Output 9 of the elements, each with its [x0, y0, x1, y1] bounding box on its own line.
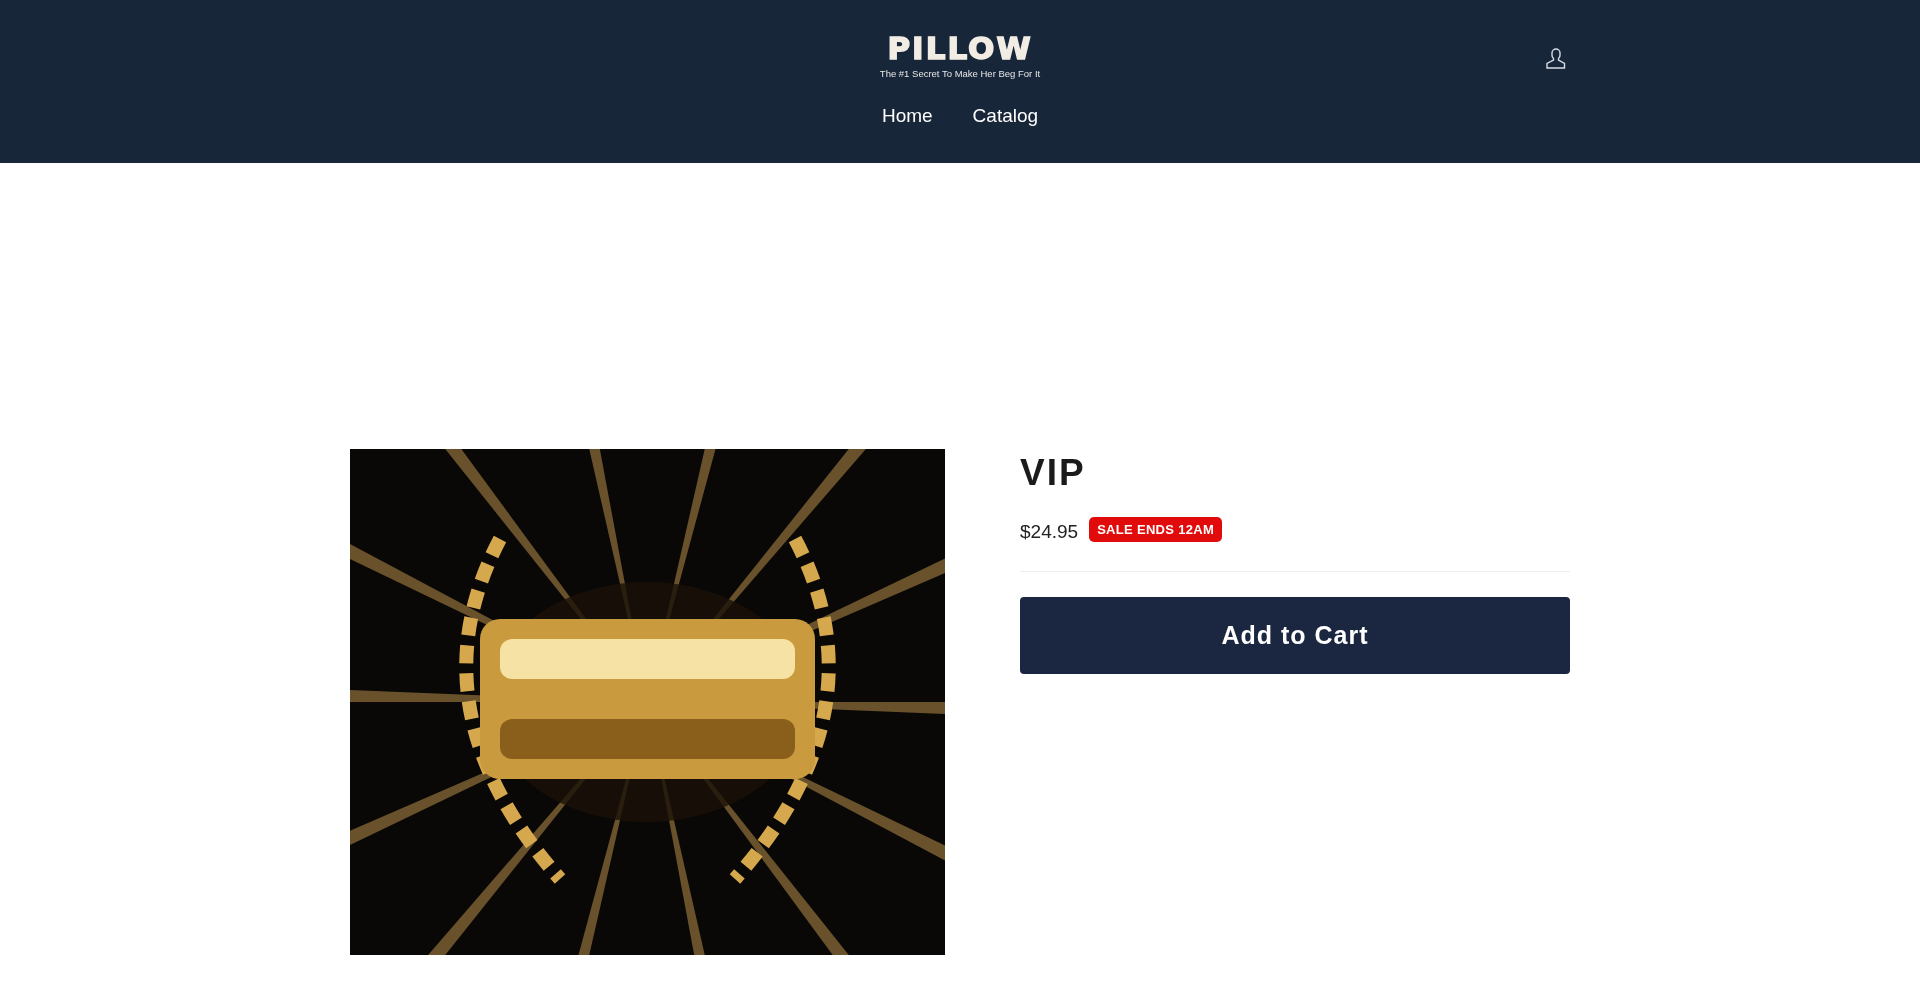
product-title: VIP: [1020, 451, 1087, 495]
price: $24.95: [1020, 521, 1079, 543]
add-to-cart-button[interactable]: Add to Cart: [1020, 597, 1570, 674]
logo[interactable]: PILLOW: [887, 30, 1033, 66]
nav-link[interactable]: Catalog: [972, 105, 1039, 127]
nav-link[interactable]: Home: [881, 105, 933, 127]
account-icon[interactable]: [1545, 46, 1567, 70]
sale-badge: SALE ENDS 12AM: [1089, 516, 1222, 542]
tagline: The #1 Secret To Make Her Beg For It: [879, 68, 1041, 79]
